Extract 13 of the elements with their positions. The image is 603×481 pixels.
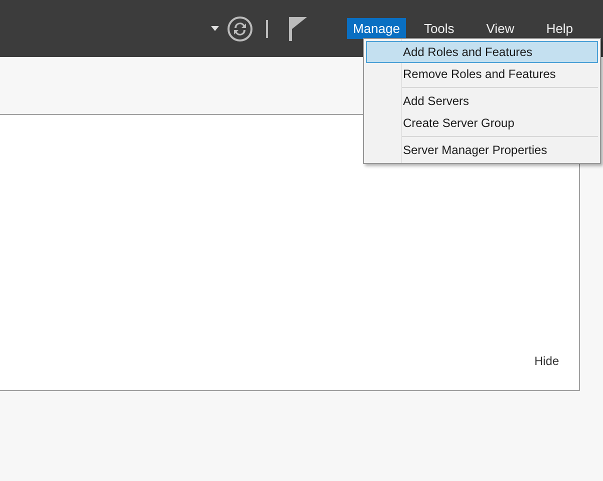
refresh-icon[interactable] <box>226 16 253 42</box>
flag-icon[interactable] <box>288 16 307 40</box>
menu-bar-item[interactable]: View <box>472 18 528 40</box>
hide-link[interactable]: Hide <box>534 352 559 370</box>
dropdown-icon[interactable] <box>210 26 219 31</box>
menu-bar-item[interactable]: Help <box>532 18 587 40</box>
menu-bar-item[interactable]: Manage <box>346 18 406 40</box>
menu-item[interactable]: Remove Roles and Features <box>366 63 598 85</box>
menu-bar-item[interactable]: Tools <box>410 18 468 40</box>
menu-item[interactable]: Add Servers <box>366 90 598 112</box>
menu-item[interactable]: Create Server Group <box>366 112 598 134</box>
menu-item[interactable]: Server Manager Properties <box>366 139 598 161</box>
menu-item[interactable]: Add Roles and Features <box>366 41 598 63</box>
